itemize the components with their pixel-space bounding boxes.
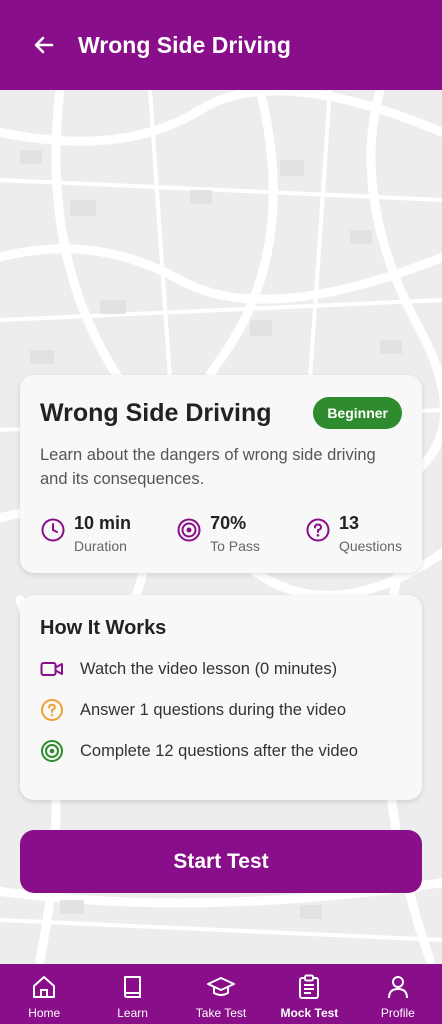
lesson-info-card: Wrong Side Driving Beginner Learn about …	[20, 375, 422, 573]
tab-learn[interactable]: Learn	[88, 964, 176, 1024]
step-item: Complete 12 questions after the video	[40, 739, 402, 763]
tab-label: Profile	[380, 1006, 415, 1020]
step-text: Watch the video lesson (0 minutes)	[80, 659, 338, 678]
tab-take-test[interactable]: Take Test	[177, 964, 265, 1024]
how-it-works-title: How It Works	[40, 617, 167, 639]
step-text: Complete 12 questions after the video	[80, 741, 358, 760]
step-item: Watch the video lesson (0 minutes)	[40, 657, 402, 681]
stat-duration: 10 min Duration	[40, 513, 131, 554]
tab-label: Take Test	[195, 1006, 247, 1020]
back-button[interactable]	[30, 31, 58, 59]
how-it-works-card: How It Works Watch the video lesson (0 m…	[20, 595, 422, 800]
stat-label: To Pass	[210, 538, 260, 554]
book-icon	[118, 972, 148, 1002]
person-icon	[383, 972, 413, 1002]
stat-value: 70%	[210, 513, 247, 533]
tab-label: Mock Test	[280, 1006, 339, 1020]
page-title: Wrong Side Driving	[78, 31, 291, 58]
question-icon	[40, 698, 64, 722]
step-item: Answer 1 questions during the video	[40, 698, 402, 722]
stat-label: Questions	[338, 538, 402, 554]
arrow-left-icon	[34, 36, 54, 54]
bottom-tab-bar: Home Learn Take Test Mock Test Profile	[0, 964, 442, 1024]
step-text: Answer 1 questions during the video	[80, 700, 346, 719]
start-test-button[interactable]: Start Test	[20, 830, 422, 893]
stat-value: 10 min	[74, 513, 132, 533]
tab-label: Home	[28, 1006, 61, 1020]
stat-label: Duration	[74, 538, 127, 554]
question-icon	[306, 518, 330, 542]
target-icon	[177, 518, 201, 542]
lesson-description: Learn about the dangers of wrong side dr…	[40, 446, 376, 488]
tab-label: Learn	[117, 1006, 148, 1020]
lesson-title: Wrong Side Driving	[40, 398, 272, 427]
clipboard-icon	[294, 972, 324, 1002]
tab-mock-test[interactable]: Mock Test	[265, 964, 353, 1024]
video-icon	[40, 657, 64, 681]
clock-icon	[41, 518, 65, 542]
stat-questions: 13 Questions	[305, 513, 402, 554]
tab-profile[interactable]: Profile	[354, 964, 442, 1024]
difficulty-badge: Beginner	[313, 397, 402, 429]
tab-home[interactable]: Home	[0, 964, 88, 1024]
stat-to-pass: 70% To Pass	[176, 513, 260, 554]
lesson-stats: 10 min Duration 70% To Pass 13 Questions	[40, 513, 402, 554]
target-icon	[40, 739, 64, 763]
home-icon	[29, 972, 59, 1002]
app-header: Wrong Side Driving	[0, 0, 442, 90]
graduation-cap-icon	[206, 972, 236, 1002]
stat-value: 13	[338, 513, 359, 533]
